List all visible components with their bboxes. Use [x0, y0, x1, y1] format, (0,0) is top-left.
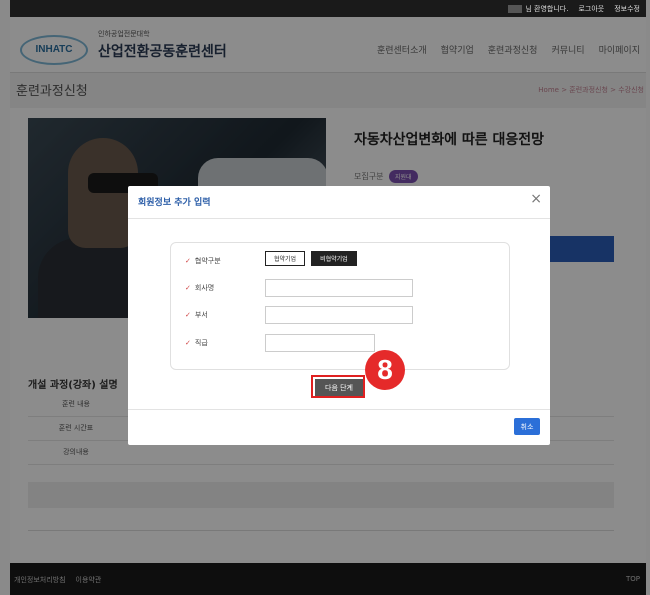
agreement-type-label: ✓ 협약구분 — [185, 257, 221, 265]
option-partner-company[interactable]: 협약기업 — [265, 251, 306, 266]
welcome-text: 님 환영합니다. — [508, 4, 568, 14]
position-label: ✓ 직급 — [185, 339, 208, 347]
required-check-icon: ✓ — [185, 284, 191, 292]
edit-profile-link[interactable]: 정보수정 — [614, 4, 640, 14]
cancel-button[interactable]: 취소 — [514, 418, 540, 435]
required-check-icon: ✓ — [185, 257, 191, 265]
modal-footer-divider — [128, 409, 550, 410]
position-input[interactable] — [265, 334, 375, 352]
company-name-label: ✓ 회사명 — [185, 284, 215, 292]
member-info-form: ✓ 협약구분 협약기업 비협약기업 ✓ 회사명 ✓ 부서 ✓ 직급 — [170, 242, 510, 370]
window-frame-right — [646, 0, 650, 595]
close-icon[interactable]: × — [530, 192, 542, 206]
annotation-highlight-box — [311, 375, 365, 398]
agreement-type-toggle: 협약기업 비협약기업 — [265, 251, 357, 266]
department-input[interactable] — [265, 306, 413, 324]
modal-title: 회원정보 추가 입력 — [138, 198, 211, 208]
option-non-partner-company[interactable]: 비협약기업 — [311, 251, 357, 266]
window-frame-left — [0, 0, 10, 595]
masked-username — [508, 5, 523, 13]
company-name-input[interactable] — [265, 279, 413, 297]
required-check-icon: ✓ — [185, 339, 191, 347]
logout-link[interactable]: 로그아웃 — [578, 4, 604, 14]
member-info-modal: 회원정보 추가 입력 × ✓ 협약구분 협약기업 비협약기업 ✓ 회사명 ✓ 부서 ✓… — [128, 186, 550, 445]
annotation-step-badge: 8 — [365, 350, 405, 390]
department-label: ✓ 부서 — [185, 311, 208, 319]
required-check-icon: ✓ — [185, 311, 191, 319]
modal-header-divider — [128, 218, 550, 219]
top-utility-bar: 님 환영합니다. 로그아웃 정보수정 — [10, 0, 646, 17]
